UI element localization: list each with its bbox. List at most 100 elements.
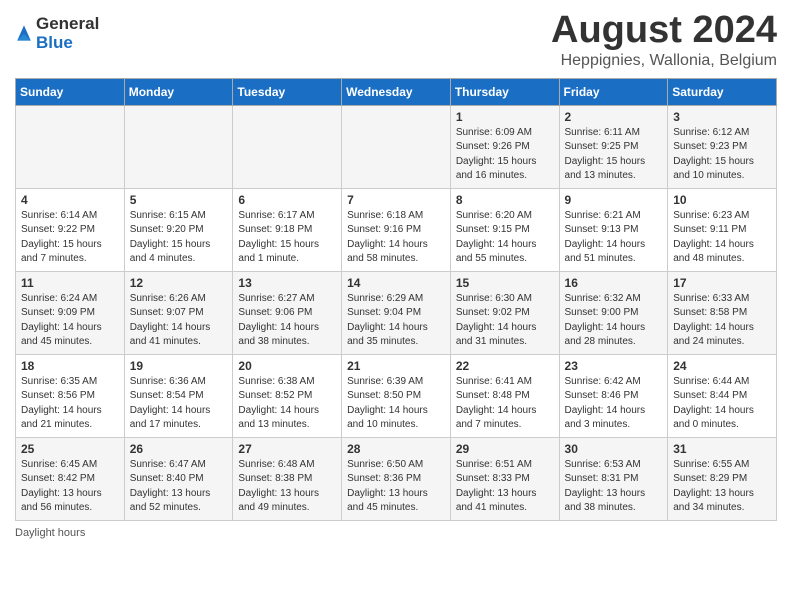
day-number: 24	[673, 359, 771, 373]
day-number: 11	[21, 276, 119, 290]
day-cell: 20 Sunrise: 6:38 AM Sunset: 8:52 PM Dayli…	[233, 354, 342, 437]
logo-text: General Blue	[36, 15, 99, 52]
day-info: Sunrise: 6:23 AM Sunset: 9:11 PM Dayligh…	[673, 209, 771, 267]
day-info: Sunrise: 6:20 AM Sunset: 9:15 PM Dayligh…	[456, 209, 554, 267]
day-number: 6	[238, 193, 336, 207]
day-cell: 8 Sunrise: 6:20 AM Sunset: 9:15 PM Daylig…	[450, 188, 559, 271]
day-cell: 16 Sunrise: 6:32 AM Sunset: 9:00 PM Dayli…	[559, 271, 668, 354]
day-cell: 29 Sunrise: 6:51 AM Sunset: 8:33 PM Dayli…	[450, 437, 559, 520]
header-day-wednesday: Wednesday	[342, 78, 451, 105]
day-cell: 13 Sunrise: 6:27 AM Sunset: 9:06 PM Dayli…	[233, 271, 342, 354]
day-cell: 22 Sunrise: 6:41 AM Sunset: 8:48 PM Dayli…	[450, 354, 559, 437]
day-number: 31	[673, 442, 771, 456]
day-cell: 18Sunrise: 6:35 AM Sunset: 8:56 PM Dayli…	[16, 354, 125, 437]
day-info: Sunrise: 6:09 AM Sunset: 9:26 PM Dayligh…	[456, 126, 554, 184]
calendar-body: 1 Sunrise: 6:09 AM Sunset: 9:26 PM Daylig…	[16, 105, 777, 520]
page-header: General Blue August 2024 Heppignies, Wal…	[15, 10, 777, 70]
header-day-friday: Friday	[559, 78, 668, 105]
day-number: 22	[456, 359, 554, 373]
location-title: Heppignies, Wallonia, Belgium	[551, 52, 777, 70]
day-number: 27	[238, 442, 336, 456]
day-info: Sunrise: 6:38 AM Sunset: 8:52 PM Dayligh…	[238, 375, 336, 433]
header-day-saturday: Saturday	[668, 78, 777, 105]
day-cell: 15Sunrise: 6:30 AM Sunset: 9:02 PM Dayli…	[450, 271, 559, 354]
day-info: Sunrise: 6:27 AM Sunset: 9:06 PM Dayligh…	[238, 292, 336, 350]
header-day-sunday: Sunday	[16, 78, 125, 105]
header-row: SundayMondayTuesdayWednesdayThursdayFrid…	[16, 78, 777, 105]
day-cell: 21 Sunrise: 6:39 AM Sunset: 8:50 PM Dayli…	[342, 354, 451, 437]
day-number: 15	[456, 276, 554, 290]
logo-general-text: General	[36, 15, 99, 34]
day-cell: 27Sunrise: 6:48 AM Sunset: 8:38 PM Dayli…	[233, 437, 342, 520]
header-day-thursday: Thursday	[450, 78, 559, 105]
day-cell: 19 Sunrise: 6:36 AM Sunset: 8:54 PM Dayli…	[124, 354, 233, 437]
day-info: Sunrise: 6:44 AM Sunset: 8:44 PM Dayligh…	[673, 375, 771, 433]
day-number: 4	[21, 193, 119, 207]
day-info: Sunrise: 6:11 AM Sunset: 9:25 PM Dayligh…	[565, 126, 663, 184]
day-cell: 14 Sunrise: 6:29 AM Sunset: 9:04 PM Dayli…	[342, 271, 451, 354]
day-info: Sunrise: 6:47 AM Sunset: 8:40 PM Dayligh…	[130, 458, 228, 516]
day-number: 25	[21, 442, 119, 456]
day-cell: 4 Sunrise: 6:14 AM Sunset: 9:22 PM Daylig…	[16, 188, 125, 271]
day-cell	[342, 105, 451, 188]
day-number: 12	[130, 276, 228, 290]
day-info: Sunrise: 6:14 AM Sunset: 9:22 PM Dayligh…	[21, 209, 119, 267]
day-cell: 23Sunrise: 6:42 AM Sunset: 8:46 PM Dayli…	[559, 354, 668, 437]
day-info: Sunrise: 6:51 AM Sunset: 8:33 PM Dayligh…	[456, 458, 554, 516]
day-number: 14	[347, 276, 445, 290]
day-info: Sunrise: 6:55 AM Sunset: 8:29 PM Dayligh…	[673, 458, 771, 516]
day-number: 30	[565, 442, 663, 456]
day-cell: 11Sunrise: 6:24 AM Sunset: 9:09 PM Dayli…	[16, 271, 125, 354]
day-info: Sunrise: 6:32 AM Sunset: 9:00 PM Dayligh…	[565, 292, 663, 350]
week-row-1: 1 Sunrise: 6:09 AM Sunset: 9:26 PM Daylig…	[16, 105, 777, 188]
day-info: Sunrise: 6:36 AM Sunset: 8:54 PM Dayligh…	[130, 375, 228, 433]
day-info: Sunrise: 6:53 AM Sunset: 8:31 PM Dayligh…	[565, 458, 663, 516]
day-cell: 1 Sunrise: 6:09 AM Sunset: 9:26 PM Daylig…	[450, 105, 559, 188]
day-number: 8	[456, 193, 554, 207]
day-number: 18	[21, 359, 119, 373]
day-info: Sunrise: 6:33 AM Sunset: 8:58 PM Dayligh…	[673, 292, 771, 350]
header-day-tuesday: Tuesday	[233, 78, 342, 105]
daylight-label: Daylight hours	[15, 527, 85, 539]
day-info: Sunrise: 6:41 AM Sunset: 8:48 PM Dayligh…	[456, 375, 554, 433]
day-cell: 31 Sunrise: 6:55 AM Sunset: 8:29 PM Dayli…	[668, 437, 777, 520]
day-number: 28	[347, 442, 445, 456]
logo-blue-text: Blue	[36, 34, 99, 53]
day-info: Sunrise: 6:39 AM Sunset: 8:50 PM Dayligh…	[347, 375, 445, 433]
day-number: 29	[456, 442, 554, 456]
day-number: 21	[347, 359, 445, 373]
day-number: 26	[130, 442, 228, 456]
day-cell: 26 Sunrise: 6:47 AM Sunset: 8:40 PM Dayli…	[124, 437, 233, 520]
day-number: 19	[130, 359, 228, 373]
day-cell: 9Sunrise: 6:21 AM Sunset: 9:13 PM Daylig…	[559, 188, 668, 271]
day-number: 13	[238, 276, 336, 290]
calendar-header: SundayMondayTuesdayWednesdayThursdayFrid…	[16, 78, 777, 105]
week-row-5: 25 Sunrise: 6:45 AM Sunset: 8:42 PM Dayli…	[16, 437, 777, 520]
day-info: Sunrise: 6:50 AM Sunset: 8:36 PM Dayligh…	[347, 458, 445, 516]
day-number: 1	[456, 110, 554, 124]
week-row-4: 18Sunrise: 6:35 AM Sunset: 8:56 PM Dayli…	[16, 354, 777, 437]
day-number: 20	[238, 359, 336, 373]
day-number: 5	[130, 193, 228, 207]
header-day-monday: Monday	[124, 78, 233, 105]
day-cell: 7Sunrise: 6:18 AM Sunset: 9:16 PM Daylig…	[342, 188, 451, 271]
day-info: Sunrise: 6:29 AM Sunset: 9:04 PM Dayligh…	[347, 292, 445, 350]
day-cell: 12 Sunrise: 6:26 AM Sunset: 9:07 PM Dayli…	[124, 271, 233, 354]
logo: General Blue	[15, 15, 99, 52]
day-info: Sunrise: 6:45 AM Sunset: 8:42 PM Dayligh…	[21, 458, 119, 516]
day-info: Sunrise: 6:12 AM Sunset: 9:23 PM Dayligh…	[673, 126, 771, 184]
day-number: 16	[565, 276, 663, 290]
day-cell: 28 Sunrise: 6:50 AM Sunset: 8:36 PM Dayli…	[342, 437, 451, 520]
day-info: Sunrise: 6:42 AM Sunset: 8:46 PM Dayligh…	[565, 375, 663, 433]
logo-icon	[15, 22, 33, 44]
week-row-3: 11Sunrise: 6:24 AM Sunset: 9:09 PM Dayli…	[16, 271, 777, 354]
day-number: 7	[347, 193, 445, 207]
day-info: Sunrise: 6:17 AM Sunset: 9:18 PM Dayligh…	[238, 209, 336, 267]
day-cell	[16, 105, 125, 188]
day-number: 17	[673, 276, 771, 290]
day-cell	[233, 105, 342, 188]
day-cell	[124, 105, 233, 188]
day-cell: 3Sunrise: 6:12 AM Sunset: 9:23 PM Daylig…	[668, 105, 777, 188]
day-info: Sunrise: 6:26 AM Sunset: 9:07 PM Dayligh…	[130, 292, 228, 350]
title-area: August 2024 Heppignies, Wallonia, Belgiu…	[551, 10, 777, 70]
